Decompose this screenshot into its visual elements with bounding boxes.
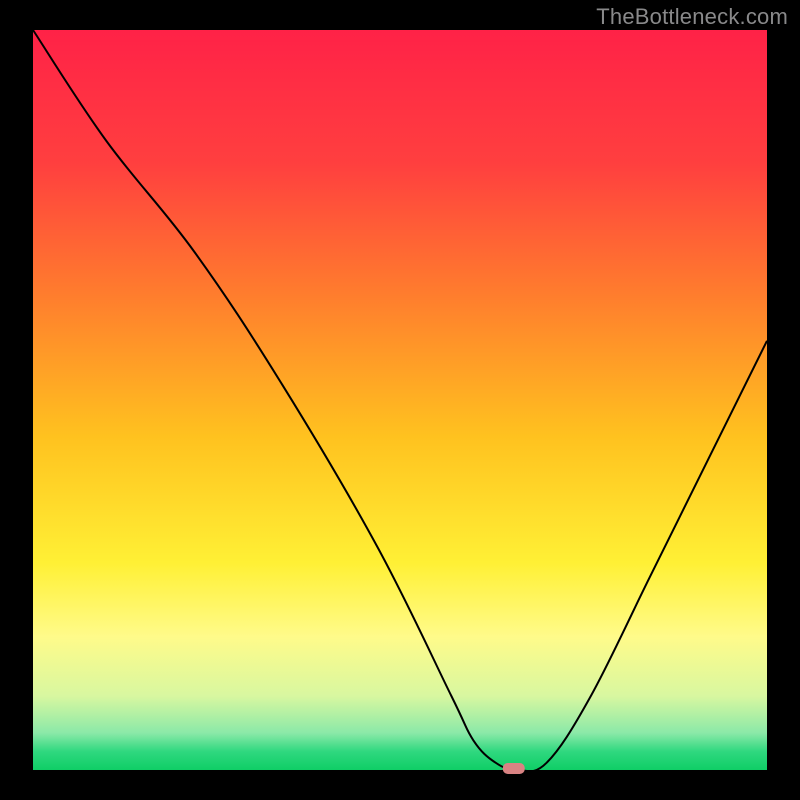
watermark-text: TheBottleneck.com [596, 4, 788, 30]
plot-background [33, 30, 767, 770]
optimum-marker [503, 763, 525, 774]
bottleneck-chart [0, 0, 800, 800]
chart-frame: { "watermark": "TheBottleneck.com", "cha… [0, 0, 800, 800]
